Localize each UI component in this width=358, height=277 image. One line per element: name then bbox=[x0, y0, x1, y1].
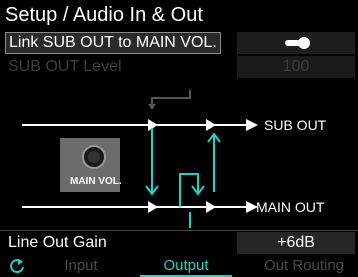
link-toggle-cell[interactable] bbox=[237, 32, 355, 54]
tab-out-routing[interactable]: Out Routing bbox=[250, 255, 358, 277]
line-out-gain-label: Line Out Gain bbox=[8, 234, 107, 251]
tab-input[interactable]: Input bbox=[46, 255, 116, 277]
sub-out-label: SUB OUT bbox=[264, 117, 327, 133]
link-toggle-switch[interactable] bbox=[285, 37, 310, 49]
routing-diagram: SUB OUT MAIN OUT MAIN VOL. bbox=[22, 90, 327, 228]
link-indicator-icon bbox=[148, 90, 191, 110]
main-out-label: MAIN OUT bbox=[256, 199, 325, 215]
refresh-icon[interactable] bbox=[8, 257, 26, 275]
sub-out-level-label: SUB OUT Level bbox=[8, 58, 122, 75]
sub-out-level-row: SUB OUT Level 100 bbox=[0, 56, 358, 78]
main-vol-knob: MAIN VOL. bbox=[60, 138, 122, 192]
tab-bar: Input Output Out Routing bbox=[0, 255, 358, 277]
line-out-gain-row[interactable]: Line Out Gain +6dB bbox=[0, 230, 358, 255]
tab-output[interactable]: Output bbox=[140, 255, 232, 277]
sub-out-level-value: 100 bbox=[237, 56, 355, 78]
knob-label: MAIN VOL. bbox=[70, 176, 122, 187]
main-out-path bbox=[22, 201, 258, 213]
link-sub-out-row[interactable]: Link SUB OUT to MAIN VOL. bbox=[0, 32, 358, 54]
link-sub-out-label: Link SUB OUT to MAIN VOL. bbox=[5, 32, 221, 54]
page-title: Setup / Audio In & Out bbox=[5, 4, 203, 26]
sub-out-path bbox=[22, 119, 258, 131]
line-out-gain-value[interactable]: +6dB bbox=[237, 232, 355, 254]
routing-links bbox=[145, 128, 221, 228]
